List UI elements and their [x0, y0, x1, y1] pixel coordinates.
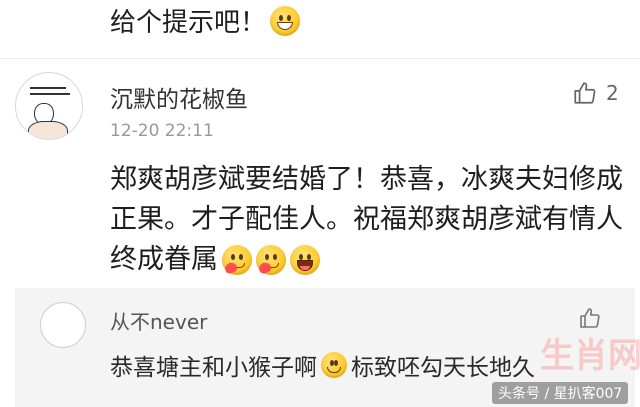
commenter-username[interactable]: 沉默的花椒鱼: [110, 80, 248, 114]
reply-text-part: 标致呸勾天长地久: [351, 355, 535, 381]
reply-avatar[interactable]: [40, 302, 86, 348]
laugh-emoji-icon: [290, 245, 320, 275]
comment-timestamp: 12-20 22:11: [110, 121, 214, 141]
like-button[interactable]: 2: [572, 80, 619, 106]
comment-line: 正果。才子配佳人。祝福郑爽胡彦斌有情人: [110, 204, 623, 235]
thumbs-up-icon: [574, 82, 596, 104]
commenter-avatar[interactable]: [15, 72, 83, 140]
comment-divider: [0, 58, 640, 59]
reply-username[interactable]: 从不never: [110, 306, 207, 335]
previous-comment-text: 给个提示吧！: [110, 8, 267, 38]
source-badge: 头条号 / 星扒客007: [492, 382, 629, 404]
reply-like-button[interactable]: [578, 306, 610, 330]
comment-line: 郑爽胡彦斌要结婚了！恭喜，冰爽夫妇修成: [110, 164, 623, 195]
like-count: 2: [606, 81, 619, 105]
thumbs-up-icon: [580, 308, 600, 328]
comment-body: 郑爽胡彦斌要结婚了！恭喜，冰爽夫妇修成 正果。才子配佳人。祝福郑爽胡彦斌有情人 …: [110, 160, 630, 280]
blush-heart-emoji-icon: [256, 245, 286, 275]
comment-line: 终成眷属: [110, 244, 218, 275]
grin-emoji-icon: [270, 5, 301, 36]
site-watermark: 生肖网: [540, 336, 640, 376]
smile-emoji-icon: [321, 352, 347, 378]
reply-text-part: 恭喜塘主和小猴子啊: [110, 355, 317, 381]
reply-text: 恭喜塘主和小猴子啊 标致呸勾天长地久: [110, 348, 535, 382]
previous-comment-text-row: 给个提示吧！: [110, 2, 301, 39]
blush-heart-emoji-icon: [222, 245, 252, 275]
